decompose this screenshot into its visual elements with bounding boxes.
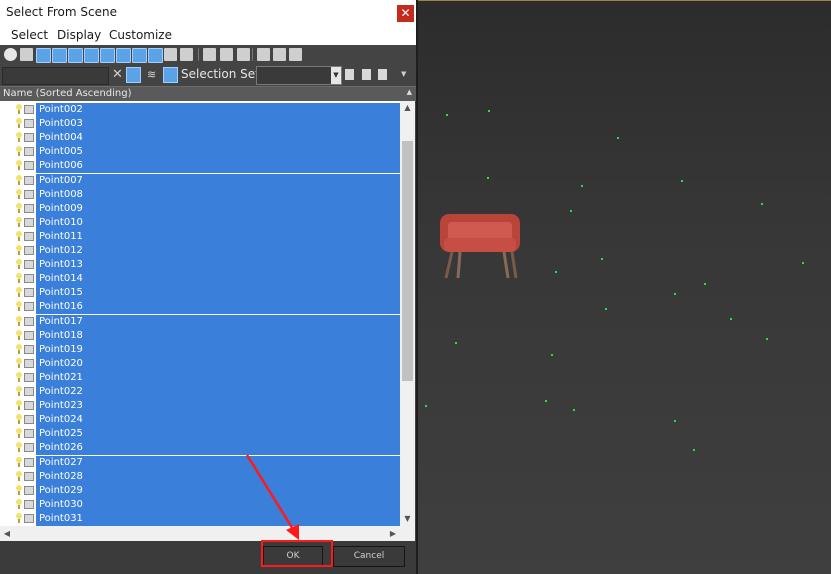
arrow-shaft	[245, 454, 298, 535]
chair-backrest	[448, 222, 512, 240]
point-helper-dot	[693, 449, 695, 451]
point-helper-dot	[766, 338, 768, 340]
point-helper-dot	[730, 318, 732, 320]
chair-leg	[444, 251, 454, 279]
chair-leg	[510, 251, 518, 279]
point-helper-dot	[455, 342, 457, 344]
point-helper-dot	[681, 180, 683, 182]
point-helper-dot	[551, 354, 553, 356]
point-helper-dot	[446, 114, 448, 116]
point-helper-dot	[545, 400, 547, 402]
chair-model[interactable]	[438, 210, 524, 282]
point-helper-dot	[674, 420, 676, 422]
chair-leg	[456, 251, 462, 279]
point-helper-dot	[581, 185, 583, 187]
point-helper-dot	[488, 110, 490, 112]
point-helper-dot	[761, 203, 763, 205]
point-helper-dot	[601, 258, 603, 260]
point-helper-dot	[425, 405, 427, 407]
viewport-border	[418, 0, 831, 1]
chair-cushion	[444, 238, 516, 252]
point-helper-dot	[555, 271, 557, 273]
perspective-viewport[interactable]	[416, 0, 831, 574]
point-helper-dot	[802, 262, 804, 264]
point-helper-dot	[617, 137, 619, 139]
point-helper-dot	[674, 293, 676, 295]
point-helper-dot	[605, 308, 607, 310]
point-helper-dot	[573, 409, 575, 411]
point-helper-dot	[704, 283, 706, 285]
chair-leg	[502, 251, 510, 279]
point-helper-dot	[570, 210, 572, 212]
point-helper-dot	[487, 177, 489, 179]
